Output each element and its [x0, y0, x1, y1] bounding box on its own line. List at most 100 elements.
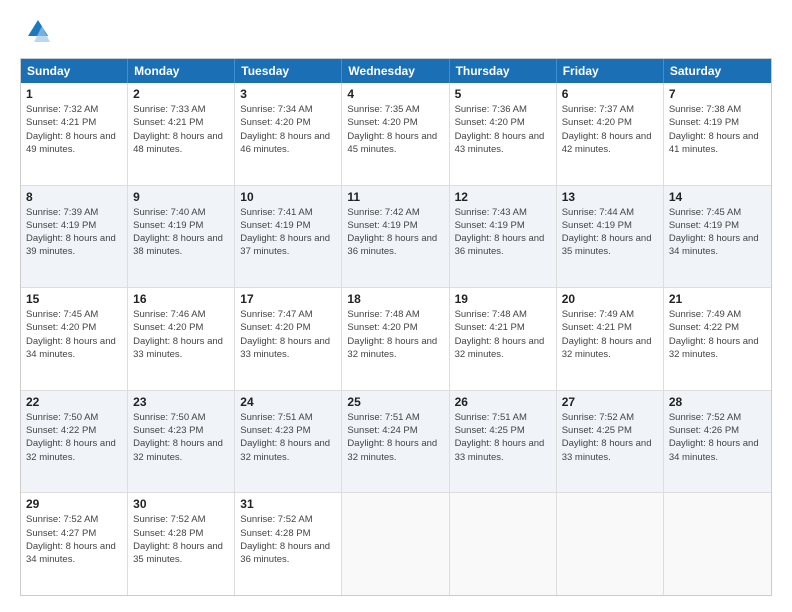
header-day-saturday: Saturday [664, 59, 771, 83]
day-number: 2 [133, 87, 229, 101]
sunrise-label: Sunrise: 7:32 AM [26, 104, 98, 115]
day-cell-12: 12 Sunrise: 7:43 AM Sunset: 4:19 PM Dayl… [450, 186, 557, 288]
daylight-label: Daylight: 8 hours and 33 minutes. [562, 438, 652, 462]
sunrise-label: Sunrise: 7:38 AM [669, 104, 741, 115]
cell-info: Sunrise: 7:35 AM Sunset: 4:20 PM Dayligh… [347, 103, 443, 156]
daylight-label: Daylight: 8 hours and 39 minutes. [26, 233, 116, 257]
sunset-label: Sunset: 4:21 PM [562, 322, 632, 333]
cell-info: Sunrise: 7:48 AM Sunset: 4:20 PM Dayligh… [347, 308, 443, 361]
day-cell-1: 1 Sunrise: 7:32 AM Sunset: 4:21 PM Dayli… [21, 83, 128, 185]
day-number: 20 [562, 292, 658, 306]
day-number: 16 [133, 292, 229, 306]
sunrise-label: Sunrise: 7:52 AM [240, 514, 312, 525]
sunset-label: Sunset: 4:21 PM [455, 322, 525, 333]
logo-icon [20, 16, 52, 48]
sunset-label: Sunset: 4:20 PM [347, 117, 417, 128]
daylight-label: Daylight: 8 hours and 32 minutes. [347, 438, 437, 462]
day-cell-22: 22 Sunrise: 7:50 AM Sunset: 4:22 PM Dayl… [21, 391, 128, 493]
sunset-label: Sunset: 4:20 PM [240, 117, 310, 128]
sunset-label: Sunset: 4:20 PM [240, 322, 310, 333]
day-number: 9 [133, 190, 229, 204]
day-number: 5 [455, 87, 551, 101]
sunset-label: Sunset: 4:22 PM [26, 425, 96, 436]
day-number: 27 [562, 395, 658, 409]
sunrise-label: Sunrise: 7:52 AM [562, 412, 634, 423]
daylight-label: Daylight: 8 hours and 34 minutes. [26, 336, 116, 360]
day-cell-18: 18 Sunrise: 7:48 AM Sunset: 4:20 PM Dayl… [342, 288, 449, 390]
empty-cell [664, 493, 771, 595]
day-number: 14 [669, 190, 766, 204]
sunrise-label: Sunrise: 7:48 AM [347, 309, 419, 320]
sunrise-label: Sunrise: 7:42 AM [347, 207, 419, 218]
cell-info: Sunrise: 7:49 AM Sunset: 4:21 PM Dayligh… [562, 308, 658, 361]
day-number: 8 [26, 190, 122, 204]
daylight-label: Daylight: 8 hours and 45 minutes. [347, 131, 437, 155]
day-cell-31: 31 Sunrise: 7:52 AM Sunset: 4:28 PM Dayl… [235, 493, 342, 595]
day-number: 11 [347, 190, 443, 204]
header-day-friday: Friday [557, 59, 664, 83]
cell-info: Sunrise: 7:46 AM Sunset: 4:20 PM Dayligh… [133, 308, 229, 361]
calendar-header: SundayMondayTuesdayWednesdayThursdayFrid… [21, 59, 771, 83]
cell-info: Sunrise: 7:34 AM Sunset: 4:20 PM Dayligh… [240, 103, 336, 156]
daylight-label: Daylight: 8 hours and 32 minutes. [133, 438, 223, 462]
day-cell-19: 19 Sunrise: 7:48 AM Sunset: 4:21 PM Dayl… [450, 288, 557, 390]
sunset-label: Sunset: 4:26 PM [669, 425, 739, 436]
sunset-label: Sunset: 4:25 PM [455, 425, 525, 436]
daylight-label: Daylight: 8 hours and 42 minutes. [562, 131, 652, 155]
sunrise-label: Sunrise: 7:45 AM [26, 309, 98, 320]
day-number: 31 [240, 497, 336, 511]
cell-info: Sunrise: 7:37 AM Sunset: 4:20 PM Dayligh… [562, 103, 658, 156]
sunrise-label: Sunrise: 7:51 AM [455, 412, 527, 423]
cell-info: Sunrise: 7:48 AM Sunset: 4:21 PM Dayligh… [455, 308, 551, 361]
header-day-sunday: Sunday [21, 59, 128, 83]
sunrise-label: Sunrise: 7:44 AM [562, 207, 634, 218]
day-number: 12 [455, 190, 551, 204]
cell-info: Sunrise: 7:52 AM Sunset: 4:27 PM Dayligh… [26, 513, 122, 566]
sunrise-label: Sunrise: 7:49 AM [562, 309, 634, 320]
calendar-week-2: 8 Sunrise: 7:39 AM Sunset: 4:19 PM Dayli… [21, 185, 771, 288]
day-cell-26: 26 Sunrise: 7:51 AM Sunset: 4:25 PM Dayl… [450, 391, 557, 493]
cell-info: Sunrise: 7:52 AM Sunset: 4:26 PM Dayligh… [669, 411, 766, 464]
daylight-label: Daylight: 8 hours and 32 minutes. [347, 336, 437, 360]
day-cell-20: 20 Sunrise: 7:49 AM Sunset: 4:21 PM Dayl… [557, 288, 664, 390]
day-cell-27: 27 Sunrise: 7:52 AM Sunset: 4:25 PM Dayl… [557, 391, 664, 493]
sunrise-label: Sunrise: 7:34 AM [240, 104, 312, 115]
daylight-label: Daylight: 8 hours and 32 minutes. [240, 438, 330, 462]
daylight-label: Daylight: 8 hours and 34 minutes. [26, 541, 116, 565]
sunrise-label: Sunrise: 7:47 AM [240, 309, 312, 320]
cell-info: Sunrise: 7:45 AM Sunset: 4:19 PM Dayligh… [669, 206, 766, 259]
day-cell-4: 4 Sunrise: 7:35 AM Sunset: 4:20 PM Dayli… [342, 83, 449, 185]
day-cell-3: 3 Sunrise: 7:34 AM Sunset: 4:20 PM Dayli… [235, 83, 342, 185]
sunrise-label: Sunrise: 7:50 AM [26, 412, 98, 423]
day-number: 15 [26, 292, 122, 306]
cell-info: Sunrise: 7:36 AM Sunset: 4:20 PM Dayligh… [455, 103, 551, 156]
cell-info: Sunrise: 7:51 AM Sunset: 4:25 PM Dayligh… [455, 411, 551, 464]
day-number: 19 [455, 292, 551, 306]
sunset-label: Sunset: 4:20 PM [562, 117, 632, 128]
cell-info: Sunrise: 7:50 AM Sunset: 4:22 PM Dayligh… [26, 411, 122, 464]
empty-cell [342, 493, 449, 595]
day-number: 25 [347, 395, 443, 409]
sunrise-label: Sunrise: 7:46 AM [133, 309, 205, 320]
sunset-label: Sunset: 4:20 PM [133, 322, 203, 333]
day-cell-2: 2 Sunrise: 7:33 AM Sunset: 4:21 PM Dayli… [128, 83, 235, 185]
daylight-label: Daylight: 8 hours and 36 minutes. [455, 233, 545, 257]
calendar-week-4: 22 Sunrise: 7:50 AM Sunset: 4:22 PM Dayl… [21, 390, 771, 493]
cell-info: Sunrise: 7:39 AM Sunset: 4:19 PM Dayligh… [26, 206, 122, 259]
day-number: 7 [669, 87, 766, 101]
sunset-label: Sunset: 4:22 PM [669, 322, 739, 333]
sunset-label: Sunset: 4:20 PM [455, 117, 525, 128]
cell-info: Sunrise: 7:51 AM Sunset: 4:24 PM Dayligh… [347, 411, 443, 464]
daylight-label: Daylight: 8 hours and 37 minutes. [240, 233, 330, 257]
daylight-label: Daylight: 8 hours and 32 minutes. [562, 336, 652, 360]
day-number: 10 [240, 190, 336, 204]
sunrise-label: Sunrise: 7:35 AM [347, 104, 419, 115]
cell-info: Sunrise: 7:45 AM Sunset: 4:20 PM Dayligh… [26, 308, 122, 361]
empty-cell [450, 493, 557, 595]
day-cell-15: 15 Sunrise: 7:45 AM Sunset: 4:20 PM Dayl… [21, 288, 128, 390]
sunset-label: Sunset: 4:20 PM [347, 322, 417, 333]
day-number: 24 [240, 395, 336, 409]
day-number: 21 [669, 292, 766, 306]
daylight-label: Daylight: 8 hours and 43 minutes. [455, 131, 545, 155]
sunset-label: Sunset: 4:28 PM [240, 528, 310, 539]
